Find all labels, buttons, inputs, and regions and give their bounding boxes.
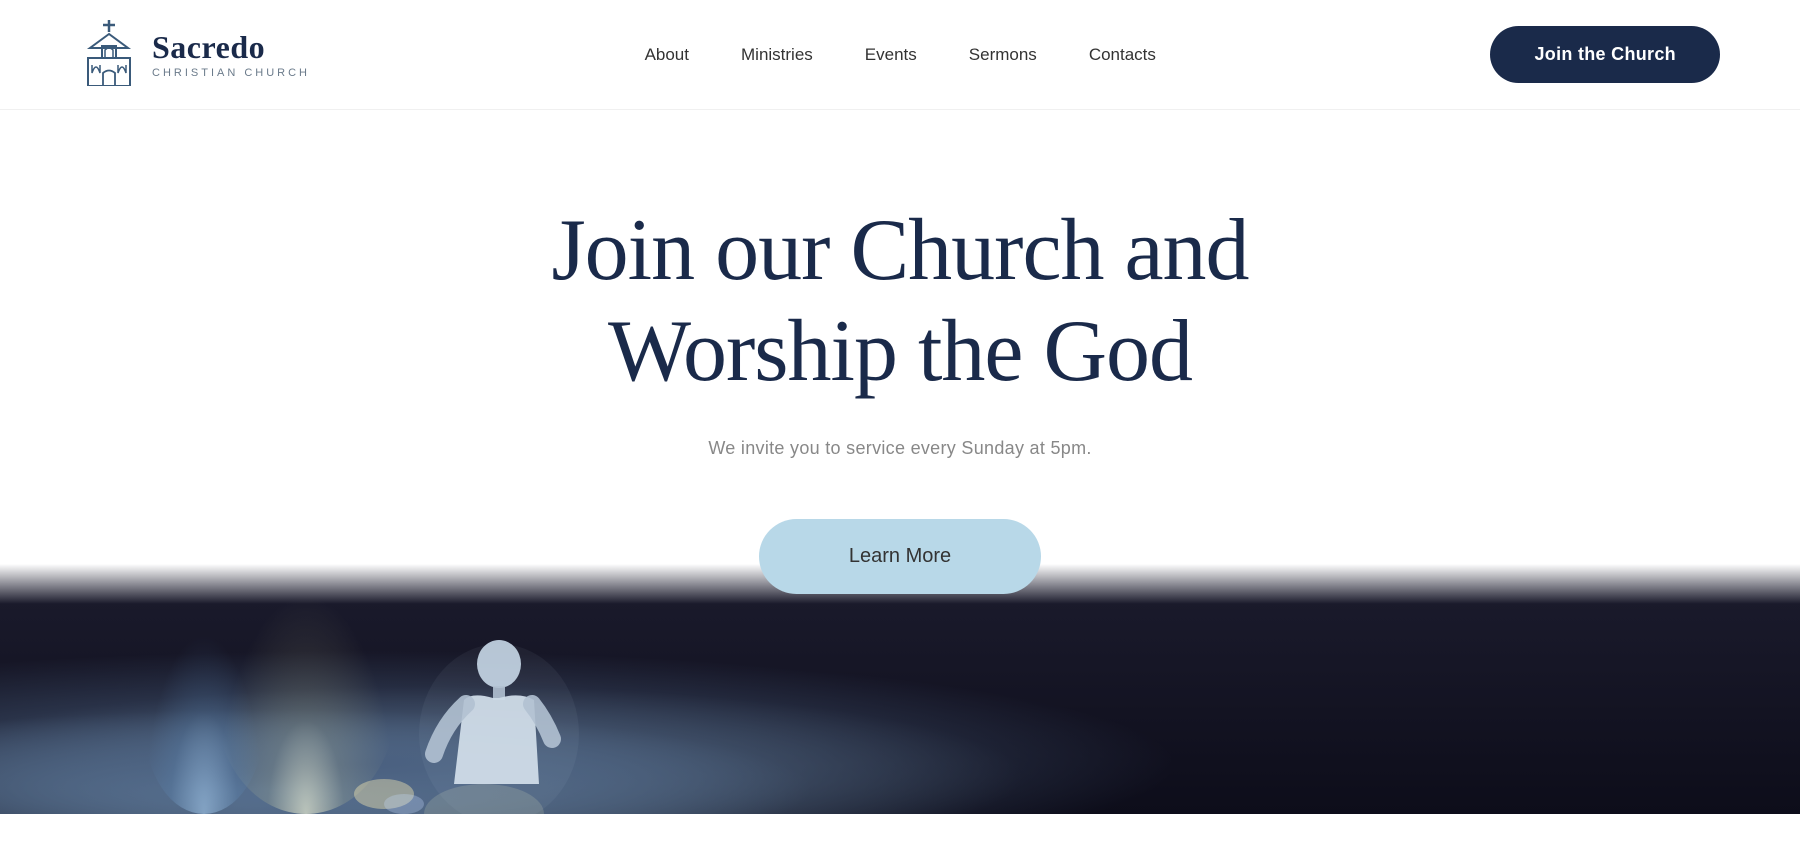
main-nav: About Ministries Events Sermons Contacts <box>645 45 1156 65</box>
logo-name: Sacredo <box>152 30 310 65</box>
hero-section: Join our Church and Worship the God We i… <box>0 110 1800 564</box>
logo-text-block: Sacredo CHRISTIAN CHURCH <box>152 30 310 79</box>
nav-contacts[interactable]: Contacts <box>1089 45 1156 65</box>
bottom-image-section <box>0 564 1800 814</box>
learn-more-button[interactable]: Learn More <box>759 519 1041 594</box>
church-icon <box>80 18 138 91</box>
nav-about[interactable]: About <box>645 45 689 65</box>
hero-title: Join our Church and Worship the God <box>551 200 1248 402</box>
logo-area: Sacredo CHRISTIAN CHURCH <box>80 18 310 91</box>
nav-events[interactable]: Events <box>865 45 917 65</box>
hero-title-line1: Join our Church and <box>551 202 1248 299</box>
light-effect-2 <box>144 634 264 814</box>
nav-ministries[interactable]: Ministries <box>741 45 813 65</box>
join-church-button[interactable]: Join the Church <box>1490 26 1720 83</box>
site-header: Sacredo CHRISTIAN CHURCH About Ministrie… <box>0 0 1800 110</box>
logo-subtitle: CHRISTIAN CHURCH <box>152 67 310 79</box>
nav-sermons[interactable]: Sermons <box>969 45 1037 65</box>
person-figure <box>324 584 644 814</box>
hero-title-line2: Worship the God <box>608 303 1192 400</box>
hero-subtitle: We invite you to service every Sunday at… <box>708 438 1091 459</box>
